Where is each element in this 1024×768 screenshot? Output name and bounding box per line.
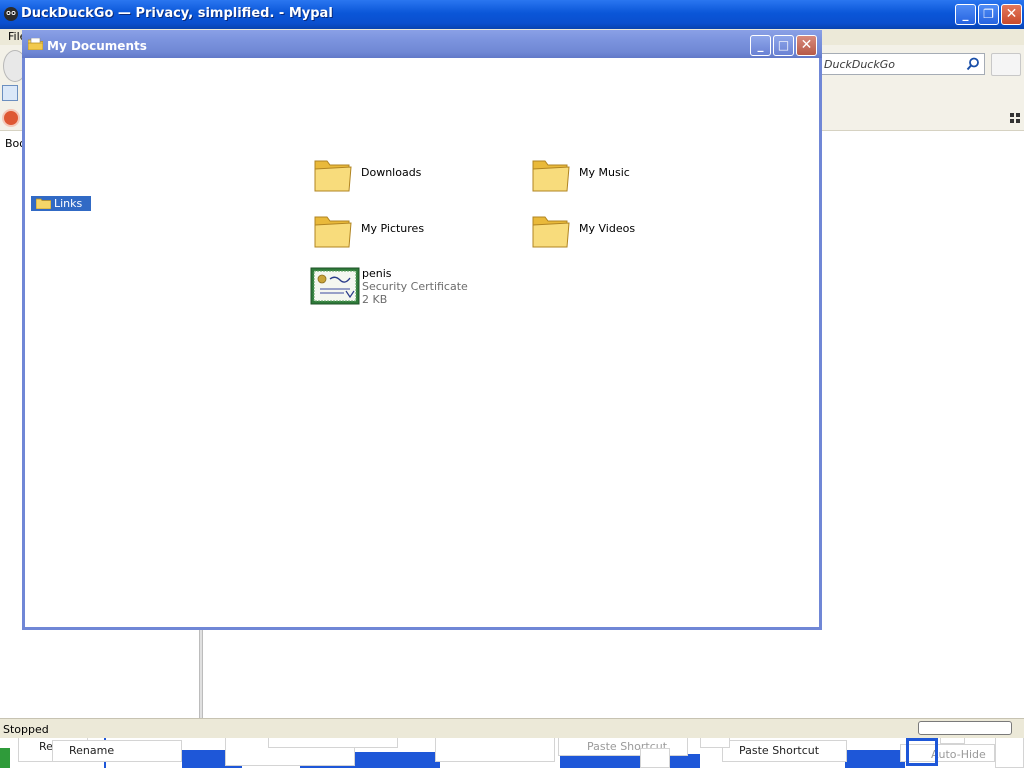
ghost-re-label: Re [39,740,53,753]
certificate-icon [310,267,360,305]
ghost-fragment [995,738,1024,768]
my-documents-titlebar[interactable]: My Documents _ □ ✕ [22,30,822,58]
search-go-button[interactable] [991,53,1021,76]
search-icon[interactable] [966,57,980,71]
mypal-app-icon [4,7,18,21]
ghost-paste-shortcut-label: Paste Shortcut [739,744,820,757]
maximize-button[interactable]: □ [773,35,794,56]
search-input[interactable]: DuckDuckGo [817,53,985,75]
status-text: Stopped [3,723,49,736]
folder-label: My Pictures [361,222,425,235]
browser-restore-button[interactable]: ❐ [978,4,999,25]
ghost-paste-shortcut: Paste Shortcut [722,740,847,762]
folder-icon [36,198,51,209]
folder-icon [532,216,570,248]
ghost-fragment [640,748,670,768]
status-progress-bar [918,721,1012,735]
my-documents-title: My Documents [47,39,147,53]
file-name: penis [362,267,392,280]
search-toolbar-icon[interactable] [2,85,18,101]
ghost-rename-label: Rename [69,744,115,757]
browser-close-button[interactable]: ✕ [1001,4,1022,25]
duckduckgo-icon[interactable] [2,109,20,127]
browser-minimize-button[interactable]: _ [955,4,976,25]
search-placeholder: DuckDuckGo [824,58,895,71]
ghost-outline [906,738,938,766]
folder-icon [532,160,570,192]
ghost-fragment [940,738,965,744]
taskbar-glitch-strip: Re Rename Paste Shortcut Paste Shortcut … [0,738,1024,768]
grid-icon[interactable] [1010,113,1020,123]
ghost-rename-item: Rename [52,740,182,762]
taskbar-fragment [845,750,905,768]
folder-label: Downloads [361,166,422,179]
folder-label: My Videos [579,222,636,235]
browser-titlebar: DuckDuckGo — Privacy, simplified. - Mypa… [0,0,1024,29]
folder-icon [314,160,352,192]
sidebar-splitter[interactable] [199,630,203,718]
start-button-fragment [0,748,10,768]
close-button[interactable]: ✕ [796,35,817,56]
file-type: Security Certificate [362,280,468,293]
folder-icon [314,216,352,248]
ghost-auto-hide-label: Auto-Hide [931,748,986,761]
browser-window-title: DuckDuckGo — Privacy, simplified. - Mypa… [21,6,333,21]
minimize-button[interactable]: _ [750,35,771,56]
taskbar-fragment [560,754,700,768]
my-documents-icon [28,38,43,50]
sidebar-item-links[interactable]: Links [31,196,91,211]
folder-label: My Music [579,166,630,179]
ghost-fragment [700,738,730,748]
browser-statusbar: Stopped [0,718,1024,738]
links-label: Links [54,197,83,210]
file-size: 2 KB [362,293,388,306]
ghost-fragment [435,738,555,762]
ghost-fragment [268,738,398,748]
my-documents-window: My Documents _ □ ✕ Links Downloads My Mu… [22,30,822,630]
